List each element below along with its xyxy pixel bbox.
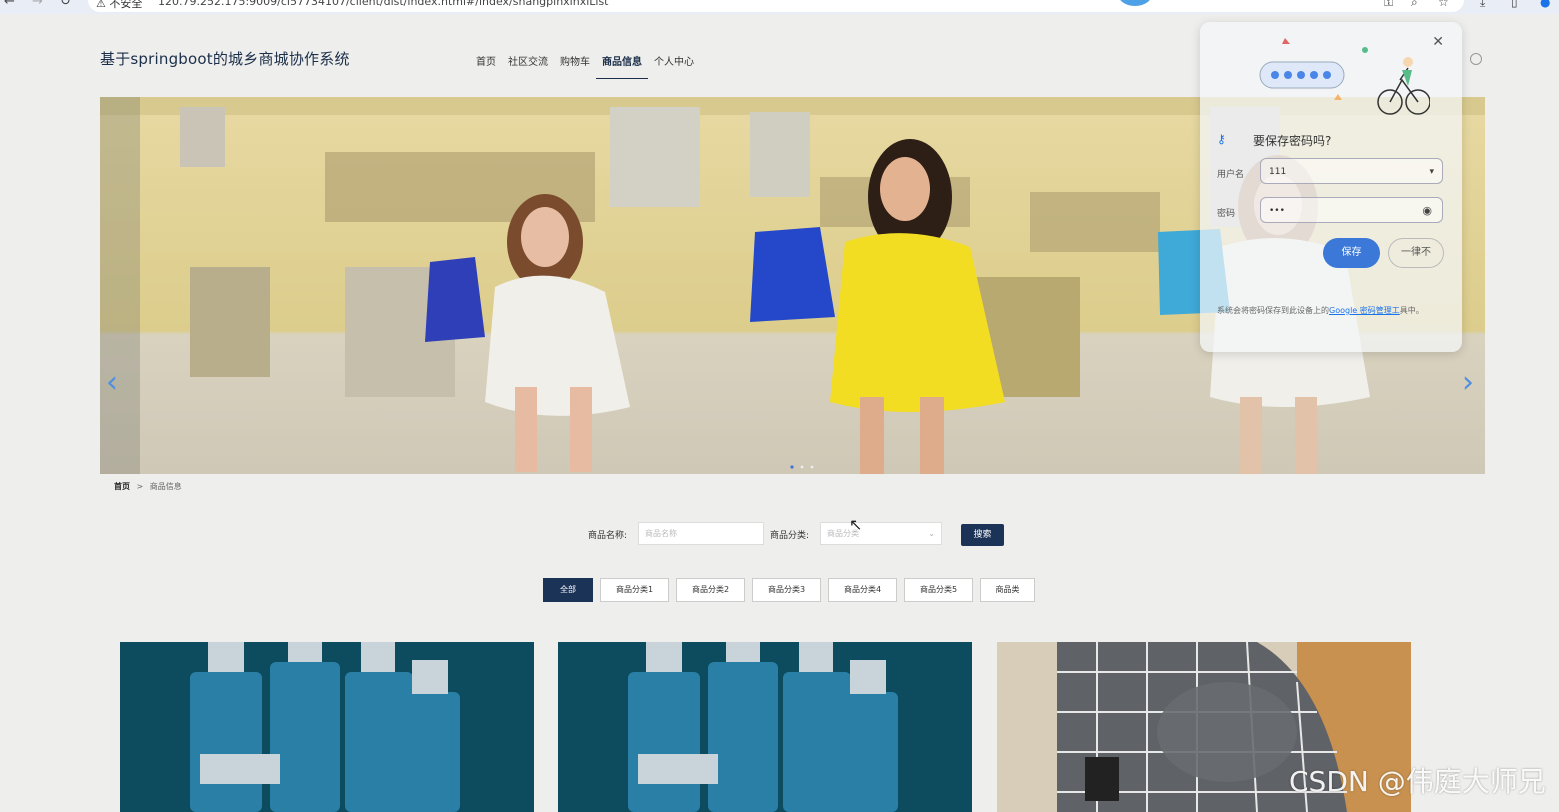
product-category-select[interactable]: 商品分类 ⌄	[820, 522, 942, 545]
product-card[interactable]	[120, 642, 534, 812]
back-icon[interactable]: ←	[4, 0, 15, 9]
category-tab-1[interactable]: 商品分类1	[600, 578, 669, 602]
header-user-icon[interactable]	[1470, 53, 1482, 65]
breadcrumb-current: 商品信息	[149, 482, 182, 491]
csdn-watermark: CSDN @伟庭大师兄	[1289, 765, 1546, 798]
category-tab-6[interactable]: 商品类	[980, 578, 1035, 602]
url-text[interactable]: 120.79.252.175:9009/cl57734107/client/di…	[158, 0, 609, 8]
search-button[interactable]: 搜索	[961, 524, 1004, 546]
chevron-down-icon: ⌄	[928, 529, 935, 538]
category-tabs: 全部 商品分类1 商品分类2 商品分类3 商品分类4 商品分类5 商品类	[543, 578, 1035, 602]
username-field[interactable]: 111 ▾	[1260, 158, 1443, 184]
bookmark-star-icon[interactable]: ☆	[1438, 0, 1449, 9]
sidepanel-icon[interactable]: ▯	[1511, 0, 1518, 9]
mouse-cursor-icon: ↖	[849, 515, 863, 534]
nav-products[interactable]: 商品信息	[596, 53, 648, 79]
carousel-next-arrow[interactable]: ›	[1462, 365, 1474, 400]
nav-community[interactable]: 社区交流	[508, 53, 548, 79]
reload-icon[interactable]: ↻	[60, 0, 71, 9]
breadcrumb: 首页 > 商品信息	[114, 481, 182, 492]
browser-toolbar: ← → ↻ ⚠ 不安全 120.79.252.175:9009/cl577341…	[0, 0, 1559, 14]
product-image	[558, 642, 972, 812]
insecure-badge[interactable]: ⚠ 不安全	[96, 0, 142, 11]
category-tab-3[interactable]: 商品分类3	[752, 578, 821, 602]
never-save-button[interactable]: 一律不	[1388, 238, 1444, 268]
password-value: •••	[1269, 206, 1285, 216]
eye-icon[interactable]: ◉	[1422, 198, 1432, 224]
product-name-input[interactable]: 商品名称	[638, 522, 764, 545]
key-icon[interactable]: ⚿	[1384, 0, 1393, 10]
username-value: 111	[1269, 167, 1287, 177]
popup-title: 要保存密码吗?	[1253, 134, 1332, 148]
note-text: 系统会将密码保存到此设备上的	[1217, 306, 1329, 315]
category-tab-2[interactable]: 商品分类2	[676, 578, 745, 602]
product-image	[120, 642, 534, 812]
nav-cart[interactable]: 购物车	[560, 53, 590, 79]
note-suffix: 具中。	[1399, 306, 1424, 315]
save-password-button[interactable]: 保存	[1323, 238, 1380, 268]
forward-icon[interactable]: →	[32, 0, 43, 9]
nav-home[interactable]: 首页	[476, 53, 496, 79]
save-password-popup: ✕ ⚷ 要保存密码吗? 用户名 111 ▾ 密码 ••• ◉ 保存 一律不 系统…	[1200, 22, 1462, 352]
password-manager-link[interactable]: Google 密码管理工	[1329, 306, 1400, 315]
profile-icon[interactable]: ●	[1540, 0, 1550, 9]
nav-profile[interactable]: 个人中心	[654, 53, 694, 79]
product-name-label: 商品名称:	[588, 531, 628, 541]
product-category-label: 商品分类:	[770, 531, 810, 541]
download-icon[interactable]: ⤓	[1480, 0, 1485, 10]
category-tab-4[interactable]: 商品分类4	[828, 578, 897, 602]
zoom-icon[interactable]: ⌕	[1411, 0, 1418, 10]
popup-close-icon[interactable]: ✕	[1432, 34, 1444, 50]
category-tab-5[interactable]: 商品分类5	[904, 578, 973, 602]
carousel-prev-arrow[interactable]: ‹	[106, 365, 118, 400]
password-label: 密码	[1217, 209, 1236, 219]
key-icon: ⚷	[1217, 132, 1226, 146]
product-card[interactable]	[558, 642, 972, 812]
category-tab-all[interactable]: 全部	[543, 578, 593, 602]
breadcrumb-separator: >	[136, 482, 144, 491]
site-title: 基于springboot的城乡商城协作系统	[100, 50, 350, 68]
username-label: 用户名	[1217, 170, 1245, 180]
password-illustration	[1259, 38, 1430, 115]
chevron-down-icon[interactable]: ▾	[1429, 159, 1434, 185]
breadcrumb-home[interactable]: 首页	[114, 482, 130, 491]
popup-note: 系统会将密码保存到此设备上的Google 密码管理工具中。	[1217, 303, 1447, 318]
password-field[interactable]: ••• ◉	[1260, 197, 1443, 223]
top-nav: 首页 社区交流 购物车 商品信息 个人中心	[476, 53, 694, 79]
